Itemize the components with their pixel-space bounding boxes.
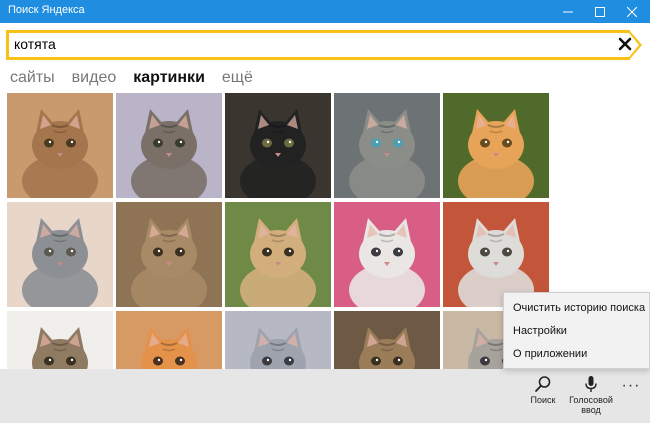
- kitten-thumbnail: [334, 93, 440, 198]
- image-result[interactable]: [116, 93, 222, 198]
- context-menu: Очистить историю поиска Настройки О прил…: [503, 292, 650, 369]
- search-tabs: сайты видео картинки ещё: [10, 68, 270, 88]
- kitten-thumbnail: [7, 202, 113, 307]
- tab-images[interactable]: картинки: [133, 68, 205, 88]
- search-command-button[interactable]: Поиск: [525, 375, 561, 405]
- image-results-grid: [7, 93, 551, 369]
- voice-label-line2: ввод: [581, 405, 601, 415]
- menu-item-clear-history[interactable]: Очистить историю поиска: [504, 297, 649, 320]
- window-title: Поиск Яндекса: [8, 4, 85, 16]
- microphone-icon: [585, 376, 597, 392]
- image-result[interactable]: [225, 202, 331, 307]
- image-result[interactable]: [116, 202, 222, 307]
- kitten-thumbnail: [7, 93, 113, 198]
- voice-input-button[interactable]: Голосовой ввод: [566, 375, 616, 415]
- image-result[interactable]: [225, 311, 331, 369]
- image-result[interactable]: [443, 93, 549, 198]
- kitten-thumbnail: [225, 93, 331, 198]
- maximize-icon: [595, 6, 605, 17]
- image-result[interactable]: [116, 311, 222, 369]
- image-result[interactable]: [7, 311, 113, 369]
- search-input[interactable]: [14, 34, 594, 54]
- voice-label-line1: Голосовой: [569, 395, 613, 405]
- tab-more[interactable]: ещё: [222, 68, 253, 88]
- minimize-button[interactable]: [552, 0, 584, 23]
- kitten-thumbnail: [116, 93, 222, 198]
- image-result[interactable]: [334, 202, 440, 307]
- maximize-button[interactable]: [584, 0, 616, 23]
- command-bar: Поиск Голосовой ввод ···: [0, 369, 650, 423]
- clear-search-button[interactable]: [618, 37, 632, 51]
- search-bar: [6, 30, 643, 60]
- close-button[interactable]: [616, 0, 648, 23]
- title-bar: Поиск Яндекса: [0, 0, 650, 23]
- search-icon: [535, 376, 551, 392]
- image-result[interactable]: [334, 311, 440, 369]
- image-result[interactable]: [7, 202, 113, 307]
- menu-item-about[interactable]: О приложении: [504, 343, 649, 366]
- kitten-thumbnail: [334, 311, 440, 369]
- kitten-thumbnail: [7, 311, 113, 369]
- kitten-thumbnail: [225, 202, 331, 307]
- more-options-button[interactable]: ···: [620, 377, 642, 395]
- image-result[interactable]: [334, 93, 440, 198]
- kitten-thumbnail: [443, 93, 549, 198]
- menu-item-settings[interactable]: Настройки: [504, 320, 649, 343]
- image-result[interactable]: [7, 93, 113, 198]
- kitten-thumbnail: [225, 311, 331, 369]
- search-command-label: Поиск: [530, 395, 556, 405]
- minimize-icon: [563, 11, 573, 12]
- tab-video[interactable]: видео: [72, 68, 117, 88]
- tab-sites[interactable]: сайты: [10, 68, 55, 88]
- image-result[interactable]: [225, 93, 331, 198]
- kitten-thumbnail: [116, 202, 222, 307]
- kitten-thumbnail: [116, 311, 222, 369]
- close-icon: [627, 6, 637, 17]
- kitten-thumbnail: [334, 202, 440, 307]
- clear-x-icon: [618, 37, 632, 51]
